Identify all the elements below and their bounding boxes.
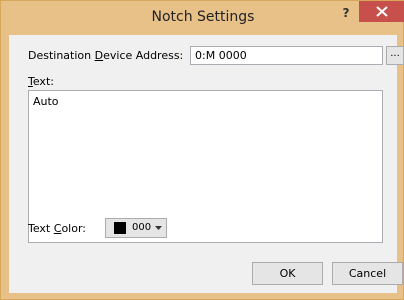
help-button[interactable]: ?: [334, 4, 358, 22]
close-button[interactable]: [359, 1, 404, 22]
text-area[interactable]: Auto: [28, 90, 383, 243]
title-bar: Notch Settings ?: [1, 1, 404, 35]
text-label: Text:: [28, 75, 54, 88]
destination-address-input[interactable]: 0:M 0000: [190, 46, 383, 65]
dialog-window: Notch Settings ? Destination Device Addr…: [0, 0, 404, 300]
destination-address-label: Destination Device Address:: [28, 49, 184, 62]
text-color-label: Text Color:: [28, 222, 86, 235]
dialog-client-area: Destination Device Address: 0:M 0000 ...…: [9, 35, 404, 293]
color-value: 000: [132, 222, 152, 233]
text-color-dropdown[interactable]: 000: [105, 218, 167, 238]
cancel-button[interactable]: Cancel: [332, 262, 403, 285]
color-swatch: [114, 222, 126, 234]
ok-button[interactable]: OK: [252, 262, 323, 285]
close-icon: [376, 6, 388, 17]
browse-button[interactable]: ...: [386, 46, 404, 65]
chevron-down-icon: [155, 226, 162, 230]
